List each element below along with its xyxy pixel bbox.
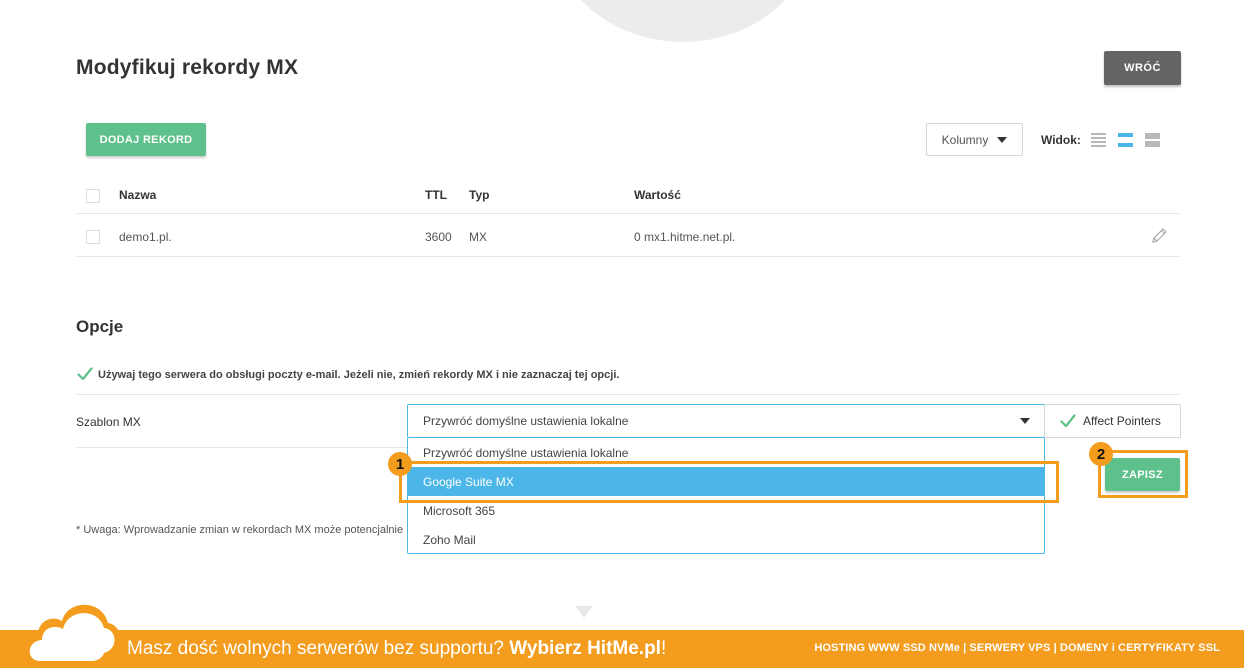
banner-services: HOSTING WWW SSD NVMe | SERWERY VPS | DOM…	[814, 642, 1220, 654]
large-list-icon[interactable]	[1145, 133, 1160, 147]
row-ttl: 3600	[425, 230, 452, 244]
scroll-down-icon	[575, 606, 593, 618]
options-divider	[76, 447, 407, 448]
highlight-google-suite	[399, 461, 1059, 503]
options-heading: Opcje	[76, 317, 124, 336]
options-divider	[76, 394, 1180, 395]
mx-template-value: Przywróć domyślne ustawienia lokalne	[423, 414, 629, 428]
row-checkbox[interactable]	[86, 230, 100, 244]
table-divider	[76, 256, 1180, 257]
check-icon	[1060, 414, 1076, 428]
affect-pointers-checkbox[interactable]: Affect Pointers	[1044, 404, 1181, 438]
step-badge-1: 1	[388, 452, 412, 476]
use-server-label: Używaj tego serwera do obsługi poczty e-…	[98, 369, 620, 381]
step-badge-2: 2	[1089, 442, 1113, 466]
row-type: MX	[469, 230, 487, 244]
page-title: Modyfikuj rekordy MX	[76, 56, 299, 79]
compact-list-icon[interactable]	[1091, 133, 1106, 147]
columns-label: Kolumny	[941, 132, 989, 147]
use-server-checkbox[interactable]	[77, 367, 93, 381]
row-name: demo1.pl.	[119, 230, 172, 244]
view-label: Widok:	[1041, 133, 1081, 147]
back-button[interactable]: WRÓĆ	[1104, 51, 1181, 85]
row-value: 0 mx1.hitme.net.pl.	[634, 230, 736, 244]
column-header-type[interactable]: Typ	[469, 188, 489, 202]
select-all-checkbox[interactable]	[86, 189, 100, 203]
columns-dropdown[interactable]: Kolumny	[926, 123, 1023, 156]
mx-warning-note: * Uwaga: Wprowadzanie zmian w rekordach …	[76, 524, 404, 536]
mx-template-select[interactable]: Przywróć domyślne ustawienia lokalne	[407, 404, 1045, 438]
column-header-name[interactable]: Nazwa	[119, 188, 156, 202]
cloud-icon	[22, 604, 121, 665]
table-divider	[76, 213, 1180, 214]
mx-template-label: Szablon MX	[76, 415, 141, 429]
caret-down-icon	[1020, 418, 1030, 424]
header-decoration	[548, 0, 818, 42]
column-header-value[interactable]: Wartość	[634, 188, 681, 202]
normal-list-icon[interactable]	[1118, 133, 1133, 147]
caret-down-icon	[997, 136, 1008, 143]
banner-slogan: Masz dość wolnych serwerów bez supportu?…	[127, 638, 667, 659]
pencil-icon[interactable]	[1150, 227, 1168, 245]
option-zoho-mail[interactable]: Zoho Mail	[408, 525, 1044, 554]
column-header-ttl[interactable]: TTL	[425, 188, 447, 202]
add-record-button[interactable]: DODAJ REKORD	[86, 123, 206, 156]
affect-pointers-label: Affect Pointers	[1083, 414, 1161, 428]
